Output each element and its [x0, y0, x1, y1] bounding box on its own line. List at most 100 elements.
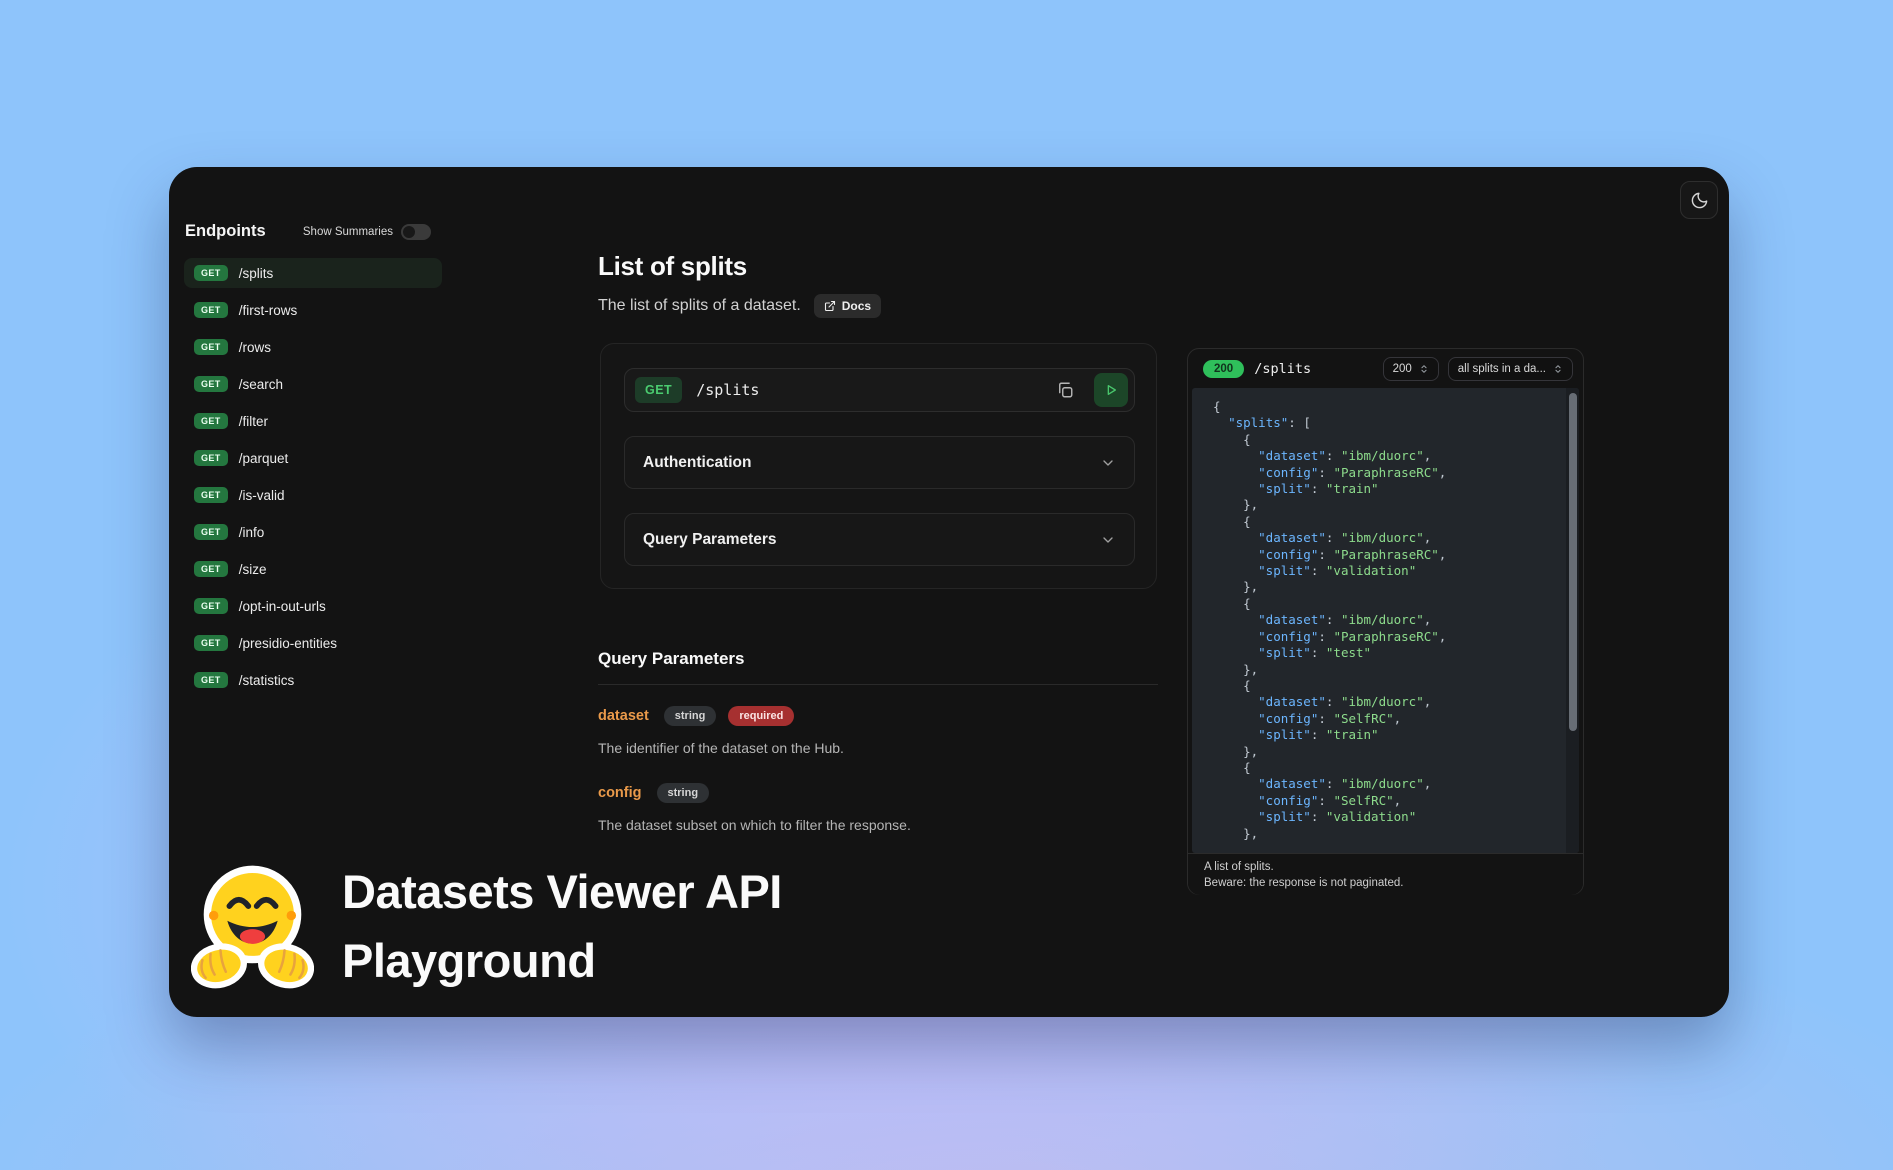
sidebar-item-info[interactable]: GET/info [184, 517, 442, 547]
method-badge: GET [194, 672, 228, 688]
endpoint-path: /search [239, 377, 283, 392]
sidebar-header: Endpoints Show Summaries [185, 222, 431, 241]
endpoint-path: /rows [239, 340, 271, 355]
response-footer-line: A list of splits. [1204, 859, 1567, 875]
sidebar-item-size[interactable]: GET/size [184, 554, 442, 584]
endpoint-path: /first-rows [239, 303, 298, 318]
param-list: dataset string required The identifier of t… [598, 706, 1158, 833]
run-request-button[interactable] [1094, 373, 1128, 407]
docs-button[interactable]: Docs [814, 294, 881, 318]
accordion-label: Authentication [643, 454, 752, 472]
method-badge: GET [194, 339, 228, 355]
json-code: { "splits": [ { "dataset": "ibm/duorc", … [1192, 388, 1579, 842]
request-panel: GET /splits Authentication Query Paramet… [600, 343, 1157, 589]
updown-icon [1419, 364, 1429, 374]
response-panel: 200 /splits 200 all splits in a da... { … [1187, 348, 1584, 895]
show-summaries-control: Show Summaries [303, 224, 431, 240]
sidebar-item-splits[interactable]: GET/splits [184, 258, 442, 288]
status-select-value: 200 [1393, 363, 1412, 375]
method-badge: GET [194, 450, 228, 466]
external-link-icon [824, 300, 836, 312]
endpoint-path: /opt-in-out-urls [239, 599, 326, 614]
request-path: /splits [696, 381, 1036, 399]
endpoint-list: GET/splitsGET/first-rowsGET/rowsGET/sear… [184, 258, 442, 695]
sidebar-item-statistics[interactable]: GET/statistics [184, 665, 442, 695]
brand-title-line1: Datasets Viewer API [342, 857, 782, 926]
app-card: Endpoints Show Summaries GET/splitsGET/f… [169, 167, 1729, 1017]
sidebar-item-presidio-entities[interactable]: GET/presidio-entities [184, 628, 442, 658]
sidebar-item-rows[interactable]: GET/rows [184, 332, 442, 362]
param-type-badge: string [657, 783, 710, 803]
hugging-face-logo [191, 862, 314, 990]
chevron-down-icon [1100, 532, 1116, 548]
param-required-badge: required [728, 706, 794, 726]
param-description: The identifier of the dataset on the Hub… [598, 740, 1158, 756]
accordion-label: Query Parameters [643, 531, 777, 549]
authentication-accordion[interactable]: Authentication [624, 436, 1135, 489]
scrollbar-track [1566, 388, 1579, 853]
endpoint-path: /filter [239, 414, 268, 429]
query-parameters-accordion[interactable]: Query Parameters [624, 513, 1135, 566]
sidebar-item-search[interactable]: GET/search [184, 369, 442, 399]
response-footer: A list of splits. Beware: the response i… [1188, 853, 1583, 895]
sidebar-title: Endpoints [185, 222, 266, 241]
sidebar-item-first-rows[interactable]: GET/first-rows [184, 295, 442, 325]
theme-toggle-button[interactable] [1680, 181, 1718, 219]
response-header: 200 /splits 200 all splits in a da... [1188, 349, 1583, 388]
endpoint-path: /size [239, 562, 267, 577]
moon-icon [1690, 191, 1709, 210]
param-name: dataset [598, 708, 649, 724]
endpoint-path: /splits [239, 266, 274, 281]
copy-icon [1056, 381, 1074, 399]
endpoint-path: /is-valid [239, 488, 285, 503]
method-badge: GET [194, 524, 228, 540]
docs-button-label: Docs [842, 299, 871, 313]
example-select-value: all splits in a da... [1458, 363, 1546, 375]
request-method-badge: GET [635, 377, 682, 403]
param-row: config string [598, 783, 1158, 803]
response-path: /splits [1254, 361, 1311, 377]
show-summaries-toggle[interactable] [401, 224, 431, 240]
param-row: dataset string required [598, 706, 1158, 726]
param-type-badge: string [664, 706, 717, 726]
param-name: config [598, 785, 642, 801]
sidebar-item-opt-in-out-urls[interactable]: GET/opt-in-out-urls [184, 591, 442, 621]
method-badge: GET [194, 413, 228, 429]
status-badge: 200 [1203, 360, 1244, 378]
page-description-row: The list of splits of a dataset. Docs [598, 294, 881, 318]
param-description: The dataset subset on which to filter th… [598, 817, 1158, 833]
toggle-knob [403, 226, 415, 238]
page-description: The list of splits of a dataset. [598, 297, 801, 315]
section-title: Query Parameters [598, 649, 1158, 669]
show-summaries-label: Show Summaries [303, 226, 393, 238]
method-badge: GET [194, 487, 228, 503]
status-select[interactable]: 200 [1383, 357, 1439, 381]
scrollbar-thumb[interactable] [1569, 393, 1577, 731]
method-badge: GET [194, 635, 228, 651]
sidebar-item-is-valid[interactable]: GET/is-valid [184, 480, 442, 510]
page-title: List of splits [598, 251, 747, 282]
endpoint-path: /info [239, 525, 265, 540]
method-badge: GET [194, 561, 228, 577]
request-bar: GET /splits [624, 368, 1135, 412]
copy-button[interactable] [1050, 375, 1080, 405]
json-response-viewer[interactable]: { "splits": [ { "dataset": "ibm/duorc", … [1192, 388, 1579, 853]
method-badge: GET [194, 598, 228, 614]
sidebar-item-parquet[interactable]: GET/parquet [184, 443, 442, 473]
endpoint-path: /presidio-entities [239, 636, 337, 651]
method-badge: GET [194, 265, 228, 281]
endpoint-path: /parquet [239, 451, 289, 466]
endpoint-path: /statistics [239, 673, 295, 688]
play-icon [1103, 382, 1119, 398]
method-badge: GET [194, 302, 228, 318]
brand: Datasets Viewer API Playground [191, 857, 782, 995]
method-badge: GET [194, 376, 228, 392]
query-parameters-section: Query Parameters dataset string required Th… [598, 649, 1158, 833]
chevron-down-icon [1100, 455, 1116, 471]
response-footer-line: Beware: the response is not paginated. [1204, 875, 1567, 891]
updown-icon [1553, 364, 1563, 374]
sidebar-item-filter[interactable]: GET/filter [184, 406, 442, 436]
brand-title-line2: Playground [342, 926, 782, 995]
response-selects: 200 all splits in a da... [1383, 357, 1573, 381]
example-select[interactable]: all splits in a da... [1448, 357, 1573, 381]
